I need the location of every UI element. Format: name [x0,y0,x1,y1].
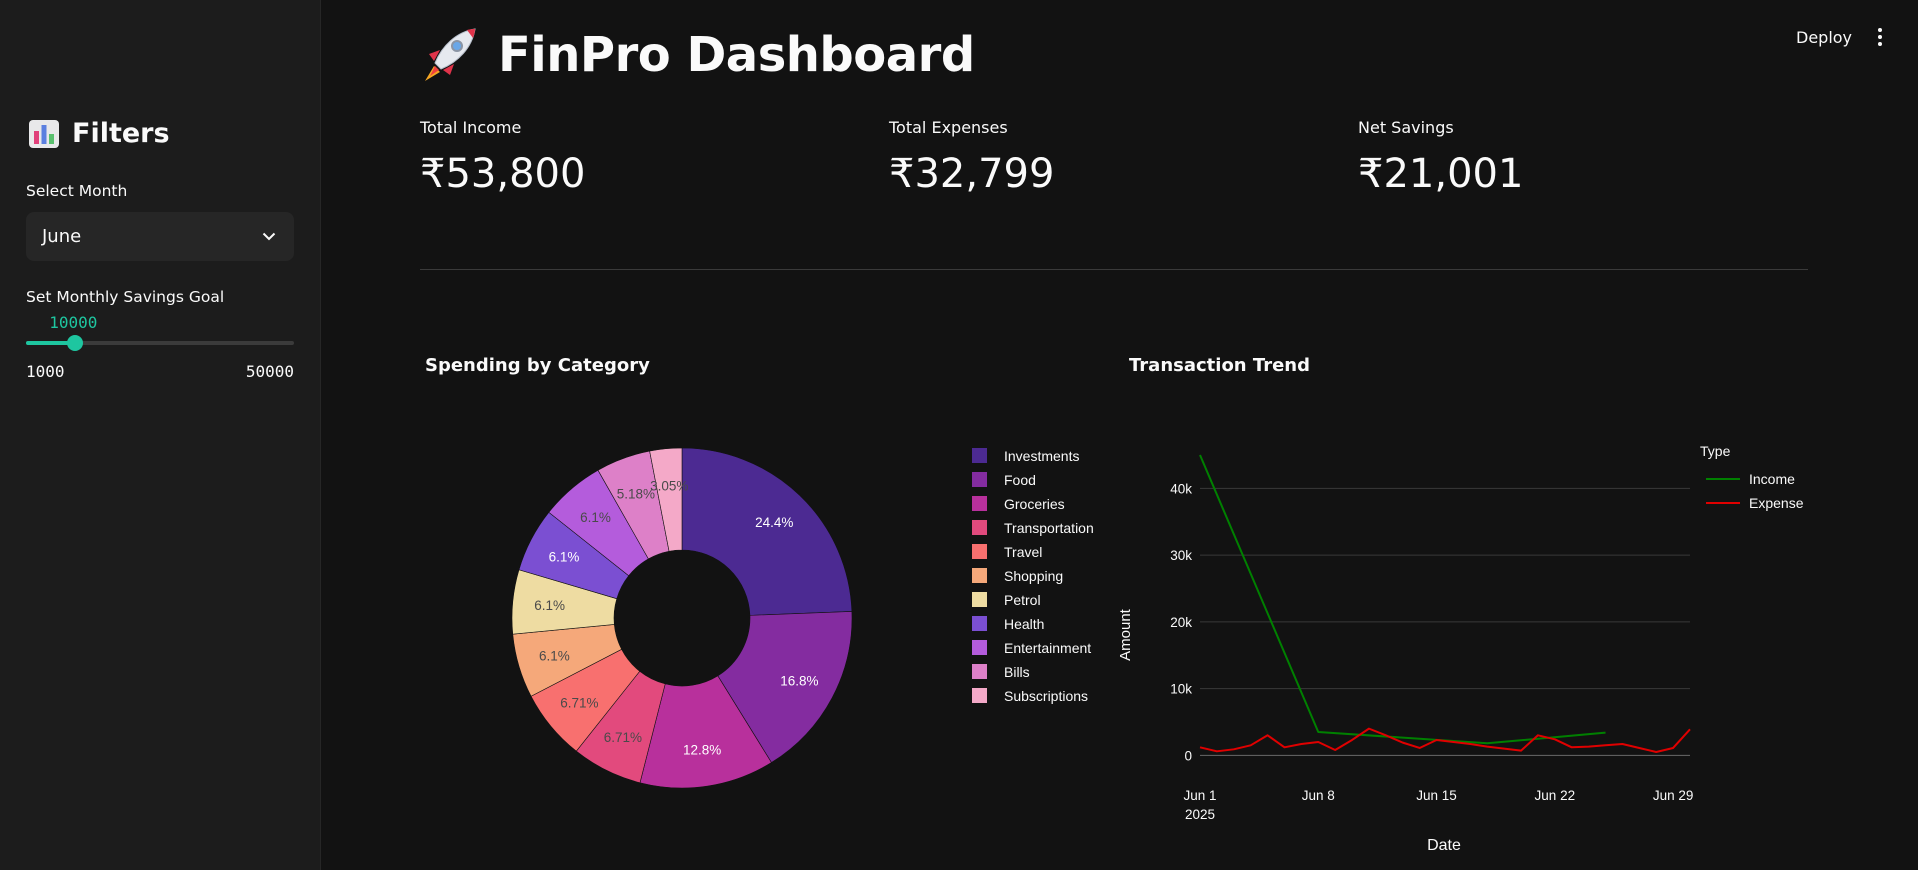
y-tick-label: 20k [1170,615,1192,630]
legend-swatch [972,472,987,487]
rocket-icon [425,28,476,81]
sidebar: Filters Select Month June Set Monthly Sa… [0,0,321,870]
legend-item-entertainment[interactable]: Entertainment [1004,640,1091,656]
pie-slice-label: 6.1% [549,550,580,565]
legend-swatch [972,568,987,583]
pie-slice-label: 6.1% [539,649,570,664]
pie-slice-investments[interactable] [681,447,853,616]
legend-swatch [972,520,987,535]
pie-slice-label: 12.8% [683,742,721,757]
legend-swatch [972,544,987,559]
transaction-trend-chart[interactable]: Amount Date Type 0 10k 20k 30k 40k Jun 1 2025 J… [1110,400,1810,870]
legend-swatch [972,616,987,631]
legend-item-groceries[interactable]: Groceries [1004,496,1065,512]
metric-value: ₹32,799 [889,151,1055,197]
month-select-label: Select Month [26,182,128,200]
pie-slice-label: 6.1% [580,510,611,525]
savings-goal-label: Set Monthly Savings Goal [26,288,225,306]
slider-thumb[interactable] [67,335,84,351]
legend-item-food[interactable]: Food [1004,472,1036,488]
pie-slice-label: 24.4% [755,515,793,530]
savings-goal-min: 1000 [26,362,65,381]
savings-goal-slider[interactable] [26,335,294,351]
x-axis-label: Date [1427,837,1461,854]
legend-item-investments[interactable]: Investments [1004,448,1079,464]
deploy-button[interactable]: Deploy [1796,28,1852,47]
legend-swatch [972,448,987,463]
line-chart-title: Transaction Trend [1129,355,1310,376]
kebab-menu-icon[interactable] [1876,28,1884,46]
x-tick-label: Jun 8 [1302,788,1335,803]
metric-value: ₹21,001 [1358,151,1524,197]
legend-swatch [972,688,987,703]
legend-swatch [972,496,987,511]
legend-item-shopping[interactable]: Shopping [1004,568,1063,584]
legend-item-expense[interactable]: Expense [1749,495,1804,511]
series-line-expense[interactable] [1199,727,1691,753]
metric-total-income: Total Income ₹53,800 [420,118,585,197]
metric-label: Total Income [420,118,522,137]
metric-net-savings: Net Savings ₹21,001 [1358,118,1523,197]
x-tick-sublabel: 2025 [1185,807,1215,822]
legend-swatch [972,640,987,655]
legend-item-petrol[interactable]: Petrol [1004,592,1041,608]
y-tick-label: 10k [1170,682,1192,697]
page-title: FinPro Dashboard [420,26,975,84]
metric-total-expenses: Total Expenses ₹32,799 [889,118,1054,197]
legend-item-transportation[interactable]: Transportation [1004,520,1094,536]
x-tick-label: Jun 1 [1183,788,1216,803]
pie-slice-label: 3.05% [650,479,688,494]
pie-chart-title: Spending by Category [425,355,650,376]
pie-slice-label: 6.71% [604,730,642,745]
x-tick-label: Jun 29 [1653,788,1694,803]
sidebar-title: Filters [28,118,170,149]
y-tick-label: 40k [1170,481,1192,496]
divider [420,269,1808,270]
month-select[interactable]: June [26,212,294,261]
pie-slice-label: 6.71% [560,696,598,711]
legend-item-subscriptions[interactable]: Subscriptions [1004,688,1088,704]
series-line-income[interactable] [1199,454,1606,745]
metric-label: Total Expenses [889,118,1008,137]
savings-goal-max: 50000 [245,362,294,381]
legend-swatch [972,592,987,607]
pie-slice-label: 16.8% [780,673,818,688]
chevron-down-icon [262,232,276,241]
spending-donut-chart[interactable]: 24.4% 16.8% 12.8% 6.71% 6.71% 6.1% 6.1% 6.1% 6.1… [420,400,1120,830]
legend-swatch [972,664,987,679]
page-title-text: FinPro Dashboard [498,27,975,83]
sidebar-title-text: Filters [72,118,170,149]
savings-goal-current-value: 10000 [49,313,98,332]
month-select-value: June [42,226,82,247]
legend-title: Type [1700,443,1731,459]
legend-item-income[interactable]: Income [1749,471,1795,487]
bar-chart-icon [29,119,59,148]
metric-value: ₹53,800 [420,151,586,197]
legend-item-bills[interactable]: Bills [1004,664,1030,680]
y-axis-label: Amount [1117,608,1134,661]
metric-label: Net Savings [1358,118,1454,137]
legend-item-health[interactable]: Health [1004,616,1044,632]
x-tick-label: Jun 15 [1416,788,1457,803]
y-tick-label: 30k [1170,548,1192,563]
legend-item-travel[interactable]: Travel [1004,544,1042,560]
x-tick-label: Jun 22 [1535,788,1576,803]
y-tick-label: 0 [1184,748,1192,763]
pie-slice-label: 6.1% [534,598,565,613]
